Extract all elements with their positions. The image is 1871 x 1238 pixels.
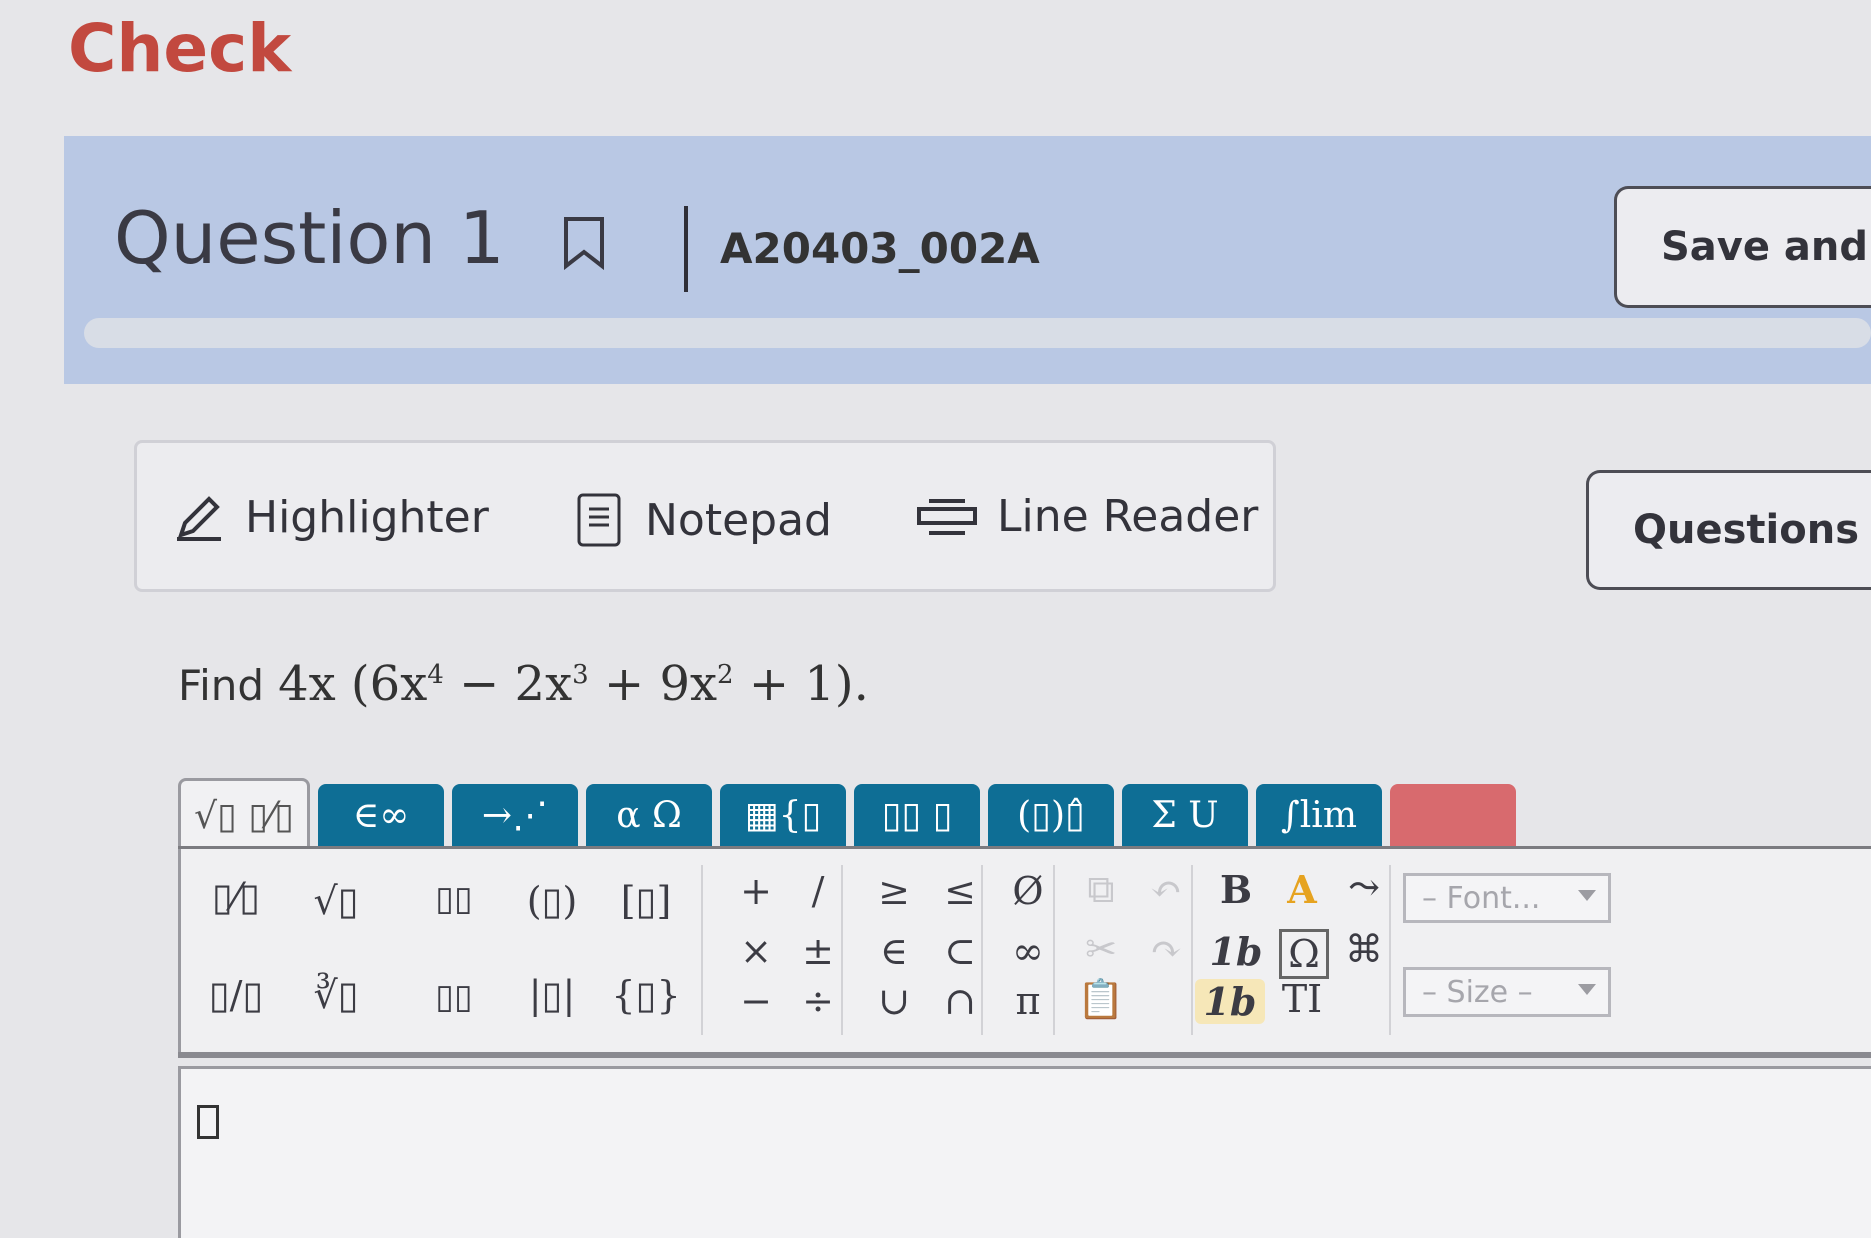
special-char-button[interactable]: Ω [1279, 929, 1329, 979]
save-and-exit-button[interactable]: Save and E [1614, 186, 1871, 308]
line-reader-tool[interactable]: Line Reader [917, 491, 1258, 542]
fraction-button[interactable]: ▯⁄▯ [201, 875, 271, 919]
tab-arrows[interactable]: →⋰ [452, 784, 578, 846]
tab-sums[interactable]: Σ U [1122, 784, 1248, 846]
inline-fraction-button[interactable]: ▯/▯ [201, 973, 271, 1017]
chevron-down-icon [1578, 890, 1596, 901]
plus-minus-button[interactable]: ± [783, 929, 853, 973]
italic-number-button[interactable]: 1b [1201, 929, 1271, 974]
prompt-expression: 4x (6x4 − 2x3 + 9x2 + 1). [278, 656, 869, 712]
notepad-icon [577, 493, 621, 547]
question-banner: Question 1 A20403_002A [64, 136, 1871, 384]
questions-list-button[interactable]: Questions l [1586, 470, 1871, 590]
link-icon[interactable]: ⌘ [1329, 927, 1399, 971]
question-code: A20403_002A [720, 224, 1040, 273]
notepad-label: Notepad [645, 494, 832, 546]
question-title: Question 1 [114, 196, 505, 280]
copy-icon[interactable]: ⧉ [1066, 867, 1136, 912]
greater-equal-button[interactable]: ≥ [859, 869, 929, 913]
text-mode-button[interactable]: TI [1267, 977, 1337, 1021]
answer-input-area[interactable] [178, 1066, 1871, 1238]
text-color-icon[interactable]: A [1267, 867, 1337, 912]
notepad-tool[interactable]: Notepad [573, 491, 832, 549]
tab-scripts[interactable]: ▯▯ ▯ [854, 784, 980, 846]
subset-button[interactable]: ⊂ [925, 929, 995, 973]
divide-button[interactable]: ÷ [783, 979, 853, 1023]
subscript-button[interactable]: ▯▯ [419, 977, 489, 1017]
paste-icon[interactable]: 📋 [1066, 977, 1136, 1022]
symbol-palette: ▯⁄▯ √▯ ▯▯ (▯) [▯] + / ≥ ≤ Ø ⧉ ↶ B A ⤳ – … [178, 849, 1871, 1055]
tab-greek[interactable]: α Ω [586, 784, 712, 846]
tab-matrix[interactable]: ▦{▯ [720, 784, 846, 846]
redo-icon[interactable]: ↷ [1131, 927, 1201, 971]
times-button[interactable]: × [721, 929, 791, 973]
tab-extra[interactable] [1390, 784, 1516, 846]
nth-root-button[interactable]: ∛▯ [301, 973, 371, 1017]
intersection-button[interactable]: ∩ [925, 979, 995, 1023]
union-button[interactable]: ∪ [859, 979, 929, 1023]
cut-icon[interactable]: ✂ [1066, 927, 1136, 971]
parens-button[interactable]: (▯) [517, 879, 587, 923]
equation-editor-tabs: √▯ ▯⁄▯ ∈∞ →⋰ α Ω ▦{▯ ▯▯ ▯ (▯)▯̂ Σ U ∫lim [178, 778, 1871, 851]
pi-button[interactable]: π [993, 979, 1063, 1023]
bookmark-icon[interactable] [562, 216, 606, 270]
palette-divider [178, 1052, 1871, 1058]
tab-symbols[interactable]: ∈∞ [318, 784, 444, 846]
minus-button[interactable]: − [721, 979, 791, 1023]
tab-accents[interactable]: (▯)▯̂ [988, 784, 1114, 846]
chevron-down-icon [1578, 984, 1596, 995]
infinity-button[interactable]: ∞ [993, 929, 1063, 973]
superscript-button[interactable]: ▯▯ [419, 879, 489, 919]
progress-track [84, 318, 1871, 348]
pencil-icon [177, 496, 221, 541]
bold-button[interactable]: B [1201, 867, 1271, 912]
highlighted-number-button[interactable]: 1b [1195, 979, 1265, 1024]
input-placeholder-box [197, 1105, 219, 1139]
prompt-lead: Find [178, 661, 265, 710]
plus-button[interactable]: + [721, 869, 791, 913]
question-prompt: Find 4x (6x4 − 2x3 + 9x2 + 1). [178, 656, 869, 712]
font-select[interactable]: – Font... [1403, 873, 1611, 923]
tab-basic-math[interactable]: √▯ ▯⁄▯ [178, 778, 310, 851]
absolute-value-button[interactable]: |▯| [517, 973, 587, 1017]
sqrt-button[interactable]: √▯ [301, 879, 371, 923]
line-reader-icon [917, 498, 977, 535]
tools-bar: Highlighter Notepad Line Reader [134, 440, 1276, 592]
size-select[interactable]: – Size – [1403, 967, 1611, 1017]
highlighter-tool[interactable]: Highlighter [173, 491, 489, 543]
page-title: Check [68, 10, 292, 87]
highlighter-label: Highlighter [245, 491, 489, 543]
brackets-button[interactable]: [▯] [611, 879, 681, 923]
tab-calculus[interactable]: ∫lim [1256, 784, 1382, 846]
header-divider [684, 206, 688, 292]
less-equal-button[interactable]: ≤ [925, 869, 995, 913]
line-reader-label: Line Reader [997, 491, 1259, 542]
element-of-button[interactable]: ∈ [859, 929, 929, 973]
braces-button[interactable]: {▯} [611, 973, 681, 1017]
